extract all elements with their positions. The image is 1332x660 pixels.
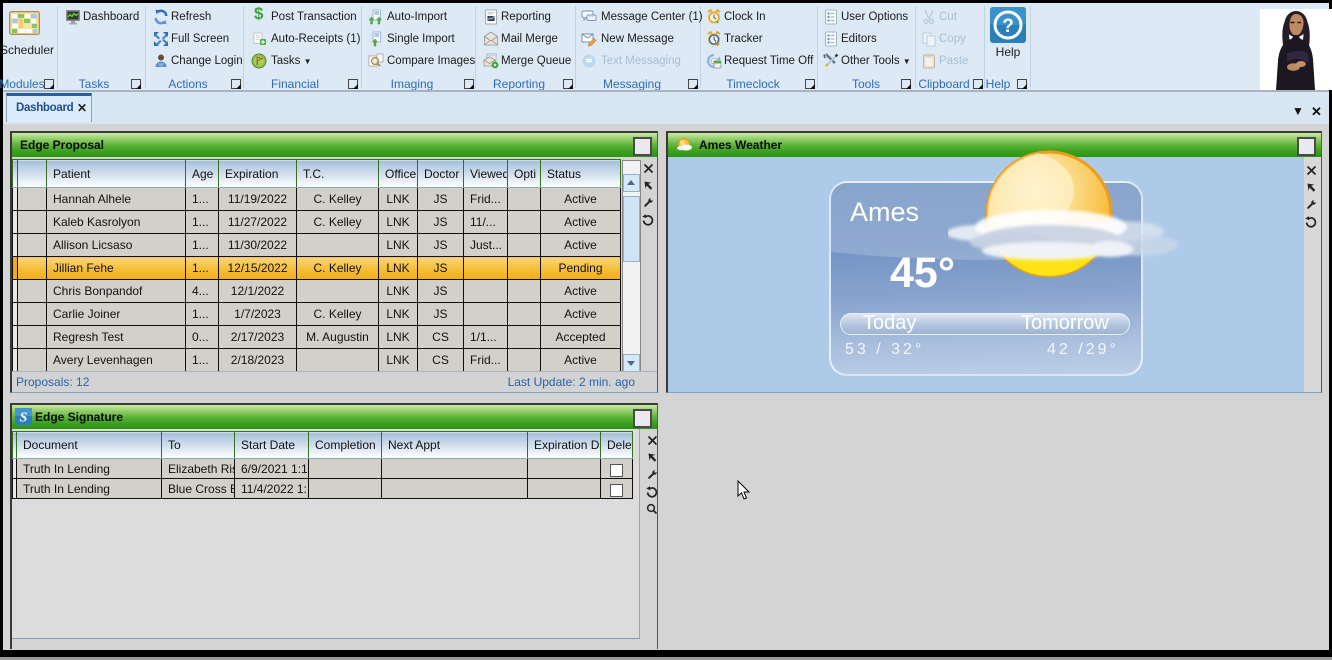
svg-text:S: S <box>20 411 28 426</box>
svg-text:?: ? <box>1002 16 1014 37</box>
